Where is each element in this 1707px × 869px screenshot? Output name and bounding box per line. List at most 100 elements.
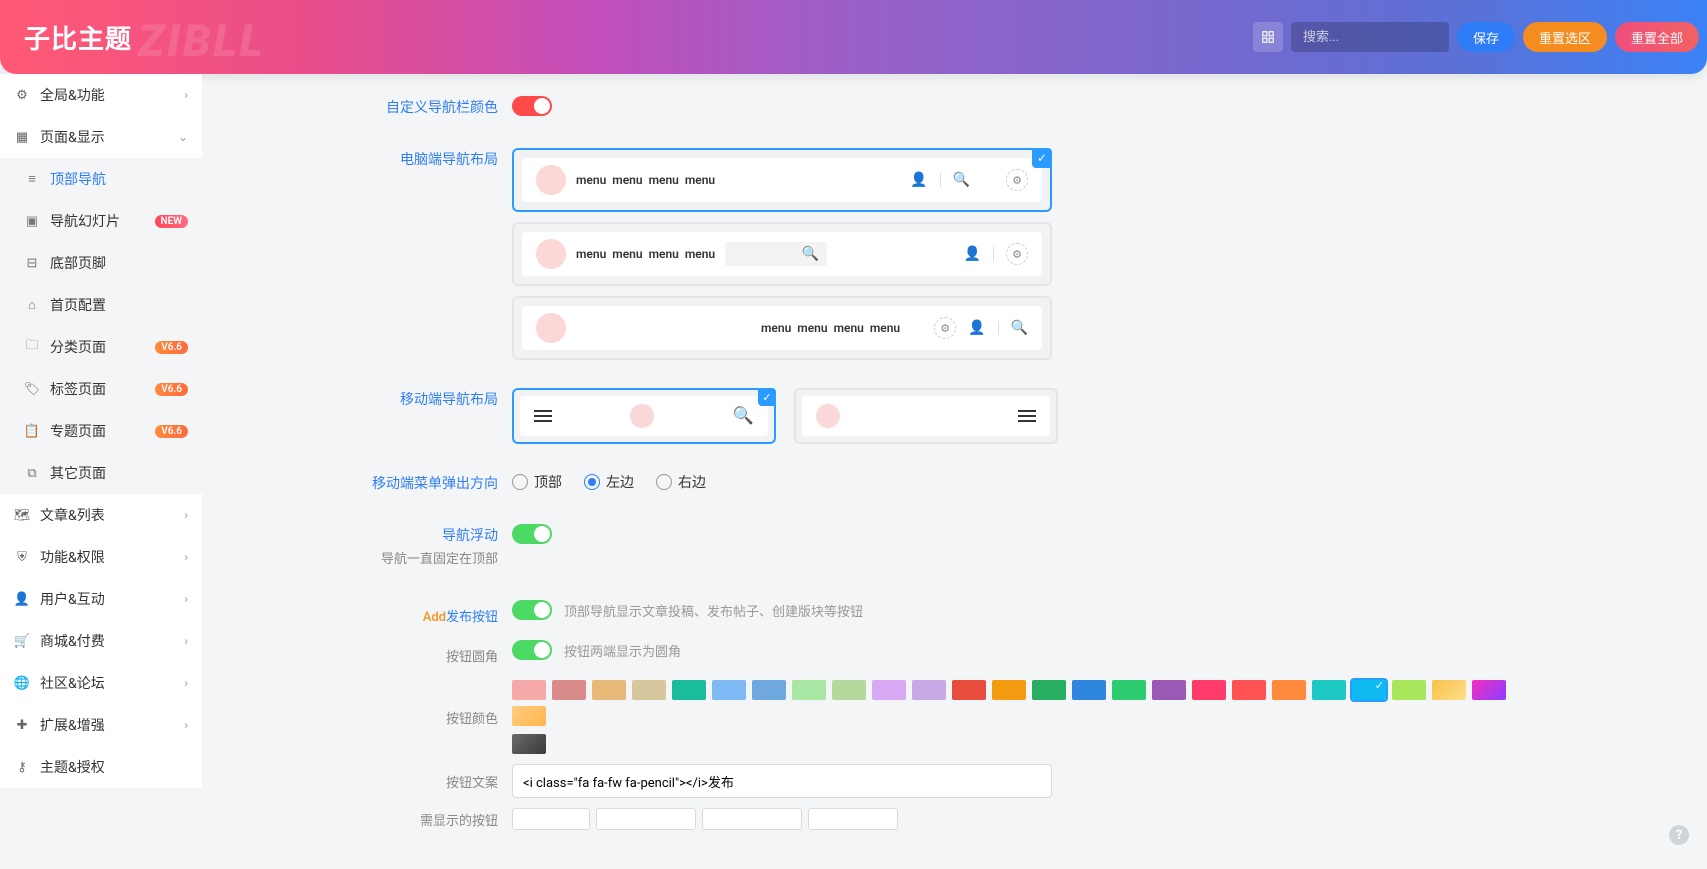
color-swatch[interactable]	[832, 680, 866, 700]
color-swatch[interactable]	[1392, 680, 1426, 700]
btn-rounded-label: 按钮圆角	[232, 646, 512, 665]
pc-layout-option-1[interactable]: menumenumenumenu 👤🔍⚙	[512, 148, 1052, 212]
custom-nav-color-label: 自定义导航栏颜色	[232, 96, 512, 120]
sidebar-item-other[interactable]: ⧉其它页面	[0, 452, 202, 494]
folder-icon: 🗀	[24, 336, 40, 358]
save-button[interactable]: 保存	[1457, 22, 1515, 52]
display-btn-box[interactable]	[702, 808, 802, 830]
gear-icon: ⚙	[1006, 169, 1028, 191]
user-icon: 👤	[968, 320, 985, 336]
user-icon: 👤	[964, 246, 981, 262]
color-swatch[interactable]	[512, 680, 546, 700]
color-swatch[interactable]	[512, 734, 546, 754]
color-swatch[interactable]	[552, 680, 586, 700]
copy-icon: ⧉	[24, 466, 40, 481]
color-swatch[interactable]	[712, 680, 746, 700]
color-swatch[interactable]	[1472, 680, 1506, 700]
mobile-layout-option-1[interactable]: 🔍	[512, 388, 776, 444]
color-swatch[interactable]	[1032, 680, 1066, 700]
color-swatch[interactable]	[912, 680, 946, 700]
sidebar-item-home[interactable]: ⌂首页配置	[0, 284, 202, 326]
search-input[interactable]	[1291, 22, 1449, 52]
color-swatch[interactable]	[1352, 680, 1386, 700]
sidebar-item-footer[interactable]: ⊟底部页脚	[0, 242, 202, 284]
sidebar-item-articles[interactable]: 🗺文章&列表›	[0, 494, 202, 536]
color-swatch[interactable]	[952, 680, 986, 700]
color-swatch[interactable]	[1112, 680, 1146, 700]
add-publish-label: Add发布按钮	[232, 606, 512, 625]
color-swatch[interactable]	[1192, 680, 1226, 700]
sidebar-item-community[interactable]: 🌐社区&论坛›	[0, 662, 202, 704]
sidebar-item-global[interactable]: ⚙全局&功能›	[0, 74, 202, 116]
puzzle-icon: ✚	[14, 718, 30, 733]
custom-nav-color-switch[interactable]	[512, 96, 552, 116]
map-icon: 🗺	[14, 508, 30, 523]
pc-layout-option-3[interactable]: menumenumenumenu ⚙👤🔍	[512, 296, 1052, 360]
sidebar-item-category[interactable]: 🗀分类页面V6.6	[0, 326, 202, 368]
menu-icon: ≡	[24, 171, 40, 187]
color-swatch[interactable]	[592, 680, 626, 700]
mobile-logo	[816, 404, 840, 428]
display-btn-box[interactable]	[512, 808, 590, 830]
cart-icon: 🛒	[14, 634, 30, 649]
color-swatch[interactable]	[872, 680, 906, 700]
color-swatch[interactable]	[752, 680, 786, 700]
chevron-right-icon: ›	[184, 718, 188, 732]
color-swatch[interactable]	[1232, 680, 1266, 700]
color-swatch[interactable]	[792, 680, 826, 700]
layout-icon: ▦	[14, 130, 30, 145]
color-swatch[interactable]	[1072, 680, 1106, 700]
add-publish-switch[interactable]	[512, 600, 552, 620]
sidebar-item-top-nav[interactable]: ≡顶部导航	[0, 158, 202, 200]
mobile-logo	[630, 404, 654, 428]
sidebar-item-tag[interactable]: 🏷标签页面V6.6	[0, 368, 202, 410]
chevron-right-icon: ›	[184, 550, 188, 564]
sidebar-item-topic[interactable]: 📋专题页面V6.6	[0, 410, 202, 452]
footer-icon: ⊟	[24, 256, 40, 271]
hamburger-icon	[1018, 407, 1036, 425]
radio-right[interactable]: 右边	[656, 472, 706, 492]
mobile-menu-direction-label: 移动端菜单弹出方向	[232, 472, 512, 496]
reset-section-button[interactable]: 重置选区	[1523, 22, 1607, 52]
layout-logo	[536, 313, 566, 343]
reset-all-button[interactable]: 重置全部	[1615, 22, 1699, 52]
sidebar-item-features[interactable]: ⛨功能&权限›	[0, 536, 202, 578]
search-icon: 🔍	[953, 172, 970, 188]
nav-float-switch[interactable]	[512, 524, 552, 544]
color-swatch[interactable]	[1272, 680, 1306, 700]
content: 自定义导航栏颜色 电脑端导航布局 menumenumenumenu 👤🔍⚙	[202, 74, 1707, 860]
layout-logo	[536, 165, 566, 195]
color-swatch[interactable]	[632, 680, 666, 700]
image-icon: ▣	[24, 214, 40, 229]
display-btn-box[interactable]	[596, 808, 696, 830]
shield-icon: ⛨	[14, 550, 30, 565]
btn-rounded-hint: 按钮两端显示为圆角	[564, 641, 681, 660]
color-swatch[interactable]	[1432, 680, 1466, 700]
version-badge: V6.6	[155, 383, 188, 396]
sidebar-item-page-display[interactable]: ▦页面&显示⌄	[0, 116, 202, 158]
expand-icon-button[interactable]	[1253, 22, 1283, 52]
chevron-right-icon: ›	[184, 592, 188, 606]
sidebar-item-slideshow[interactable]: ▣导航幻灯片NEW	[0, 200, 202, 242]
btn-text-input[interactable]	[512, 764, 1052, 798]
mobile-layout-option-2[interactable]	[794, 388, 1058, 444]
sidebar-item-license[interactable]: ⚷主题&授权	[0, 746, 202, 788]
user-icon: 👤	[14, 592, 30, 607]
color-swatch[interactable]	[1152, 680, 1186, 700]
sidebar-item-extensions[interactable]: ✚扩展&增强›	[0, 704, 202, 746]
color-swatch[interactable]	[1312, 680, 1346, 700]
radio-left[interactable]: 左边	[584, 472, 634, 492]
display-btn-box[interactable]	[808, 808, 898, 830]
sidebar-item-mall[interactable]: 🛒商城&付费›	[0, 620, 202, 662]
btn-color-label: 按钮颜色	[232, 708, 512, 727]
radio-top[interactable]: 顶部	[512, 472, 562, 492]
color-swatch[interactable]	[992, 680, 1026, 700]
sidebar-item-users[interactable]: 👤用户&互动›	[0, 578, 202, 620]
help-button[interactable]: ?	[1669, 825, 1689, 845]
color-swatch[interactable]	[512, 706, 546, 726]
gear-icon: ⚙	[1006, 243, 1028, 265]
gear-icon: ⚙	[934, 317, 956, 339]
pc-layout-option-2[interactable]: menumenumenumenu 🔍 👤⚙	[512, 222, 1052, 286]
color-swatch[interactable]	[672, 680, 706, 700]
btn-rounded-switch[interactable]	[512, 640, 552, 660]
